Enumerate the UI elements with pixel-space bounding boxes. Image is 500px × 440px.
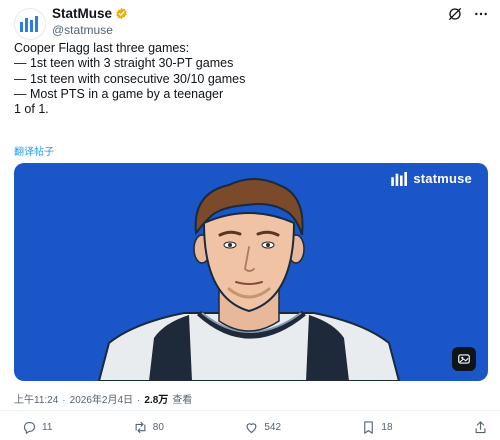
repost-button[interactable]: 80 — [133, 420, 164, 435]
reply-icon — [23, 421, 36, 435]
tweet-text: Cooper Flagg last three games: — 1st tee… — [14, 41, 484, 117]
display-name[interactable]: StatMuse — [52, 6, 112, 21]
like-button[interactable]: 542 — [244, 420, 281, 435]
tweet-top-actions — [446, 5, 490, 23]
tweet-date[interactable]: 2026年2月4日 — [70, 391, 133, 406]
grok-icon[interactable] — [446, 5, 464, 23]
account-name-row: StatMuse — [52, 6, 128, 21]
bookmark-count: 18 — [381, 422, 393, 433]
tweet-line: — 1st teen with consecutive 30/10 games — [14, 71, 246, 86]
meta-separator: · — [62, 395, 66, 406]
share-icon — [475, 421, 486, 434]
handle[interactable]: @statmuse — [52, 23, 113, 37]
tweet-time[interactable]: 上午11:24 — [14, 391, 58, 406]
like-count: 542 — [264, 422, 282, 433]
translate-post-link[interactable]: 翻译帖子 — [14, 143, 54, 158]
statmuse-logo-icon — [20, 16, 38, 32]
tweet-line: Cooper Flagg last three games: — [14, 41, 190, 55]
more-icon[interactable] — [472, 5, 490, 23]
tweet-line: — Most PTS in a game by a teenager — [14, 86, 224, 101]
repost-count: 80 — [152, 422, 164, 433]
tweet-line: 1 of 1. — [14, 102, 49, 117]
avatar[interactable] — [14, 8, 46, 40]
player-illustration — [97, 178, 401, 381]
tweet-line: — 1st teen with 3 straight 30-PT games — [14, 56, 234, 71]
bookmark-button[interactable]: 18 — [361, 420, 393, 435]
reply-count: 11 — [42, 422, 53, 433]
share-button[interactable] — [473, 420, 488, 435]
divider — [0, 410, 500, 411]
verified-badge-icon — [116, 7, 127, 20]
media-card[interactable]: statmuse — [14, 163, 488, 381]
tweet-actions: 11 80 542 18 — [22, 420, 488, 435]
heart-icon — [246, 423, 257, 434]
tweet-meta: 上午11:24 · 2026年2月4日 · 2.8万 查看 — [14, 391, 192, 406]
expand-icon — [458, 354, 470, 364]
expand-media-button[interactable] — [452, 347, 476, 371]
bookmark-icon — [364, 421, 374, 434]
meta-separator: · — [137, 395, 141, 406]
repost-icon — [135, 421, 146, 434]
view-count: 2.8万 — [144, 395, 169, 406]
reply-button[interactable]: 11 — [22, 420, 52, 435]
views-label: 查看 — [172, 395, 193, 406]
